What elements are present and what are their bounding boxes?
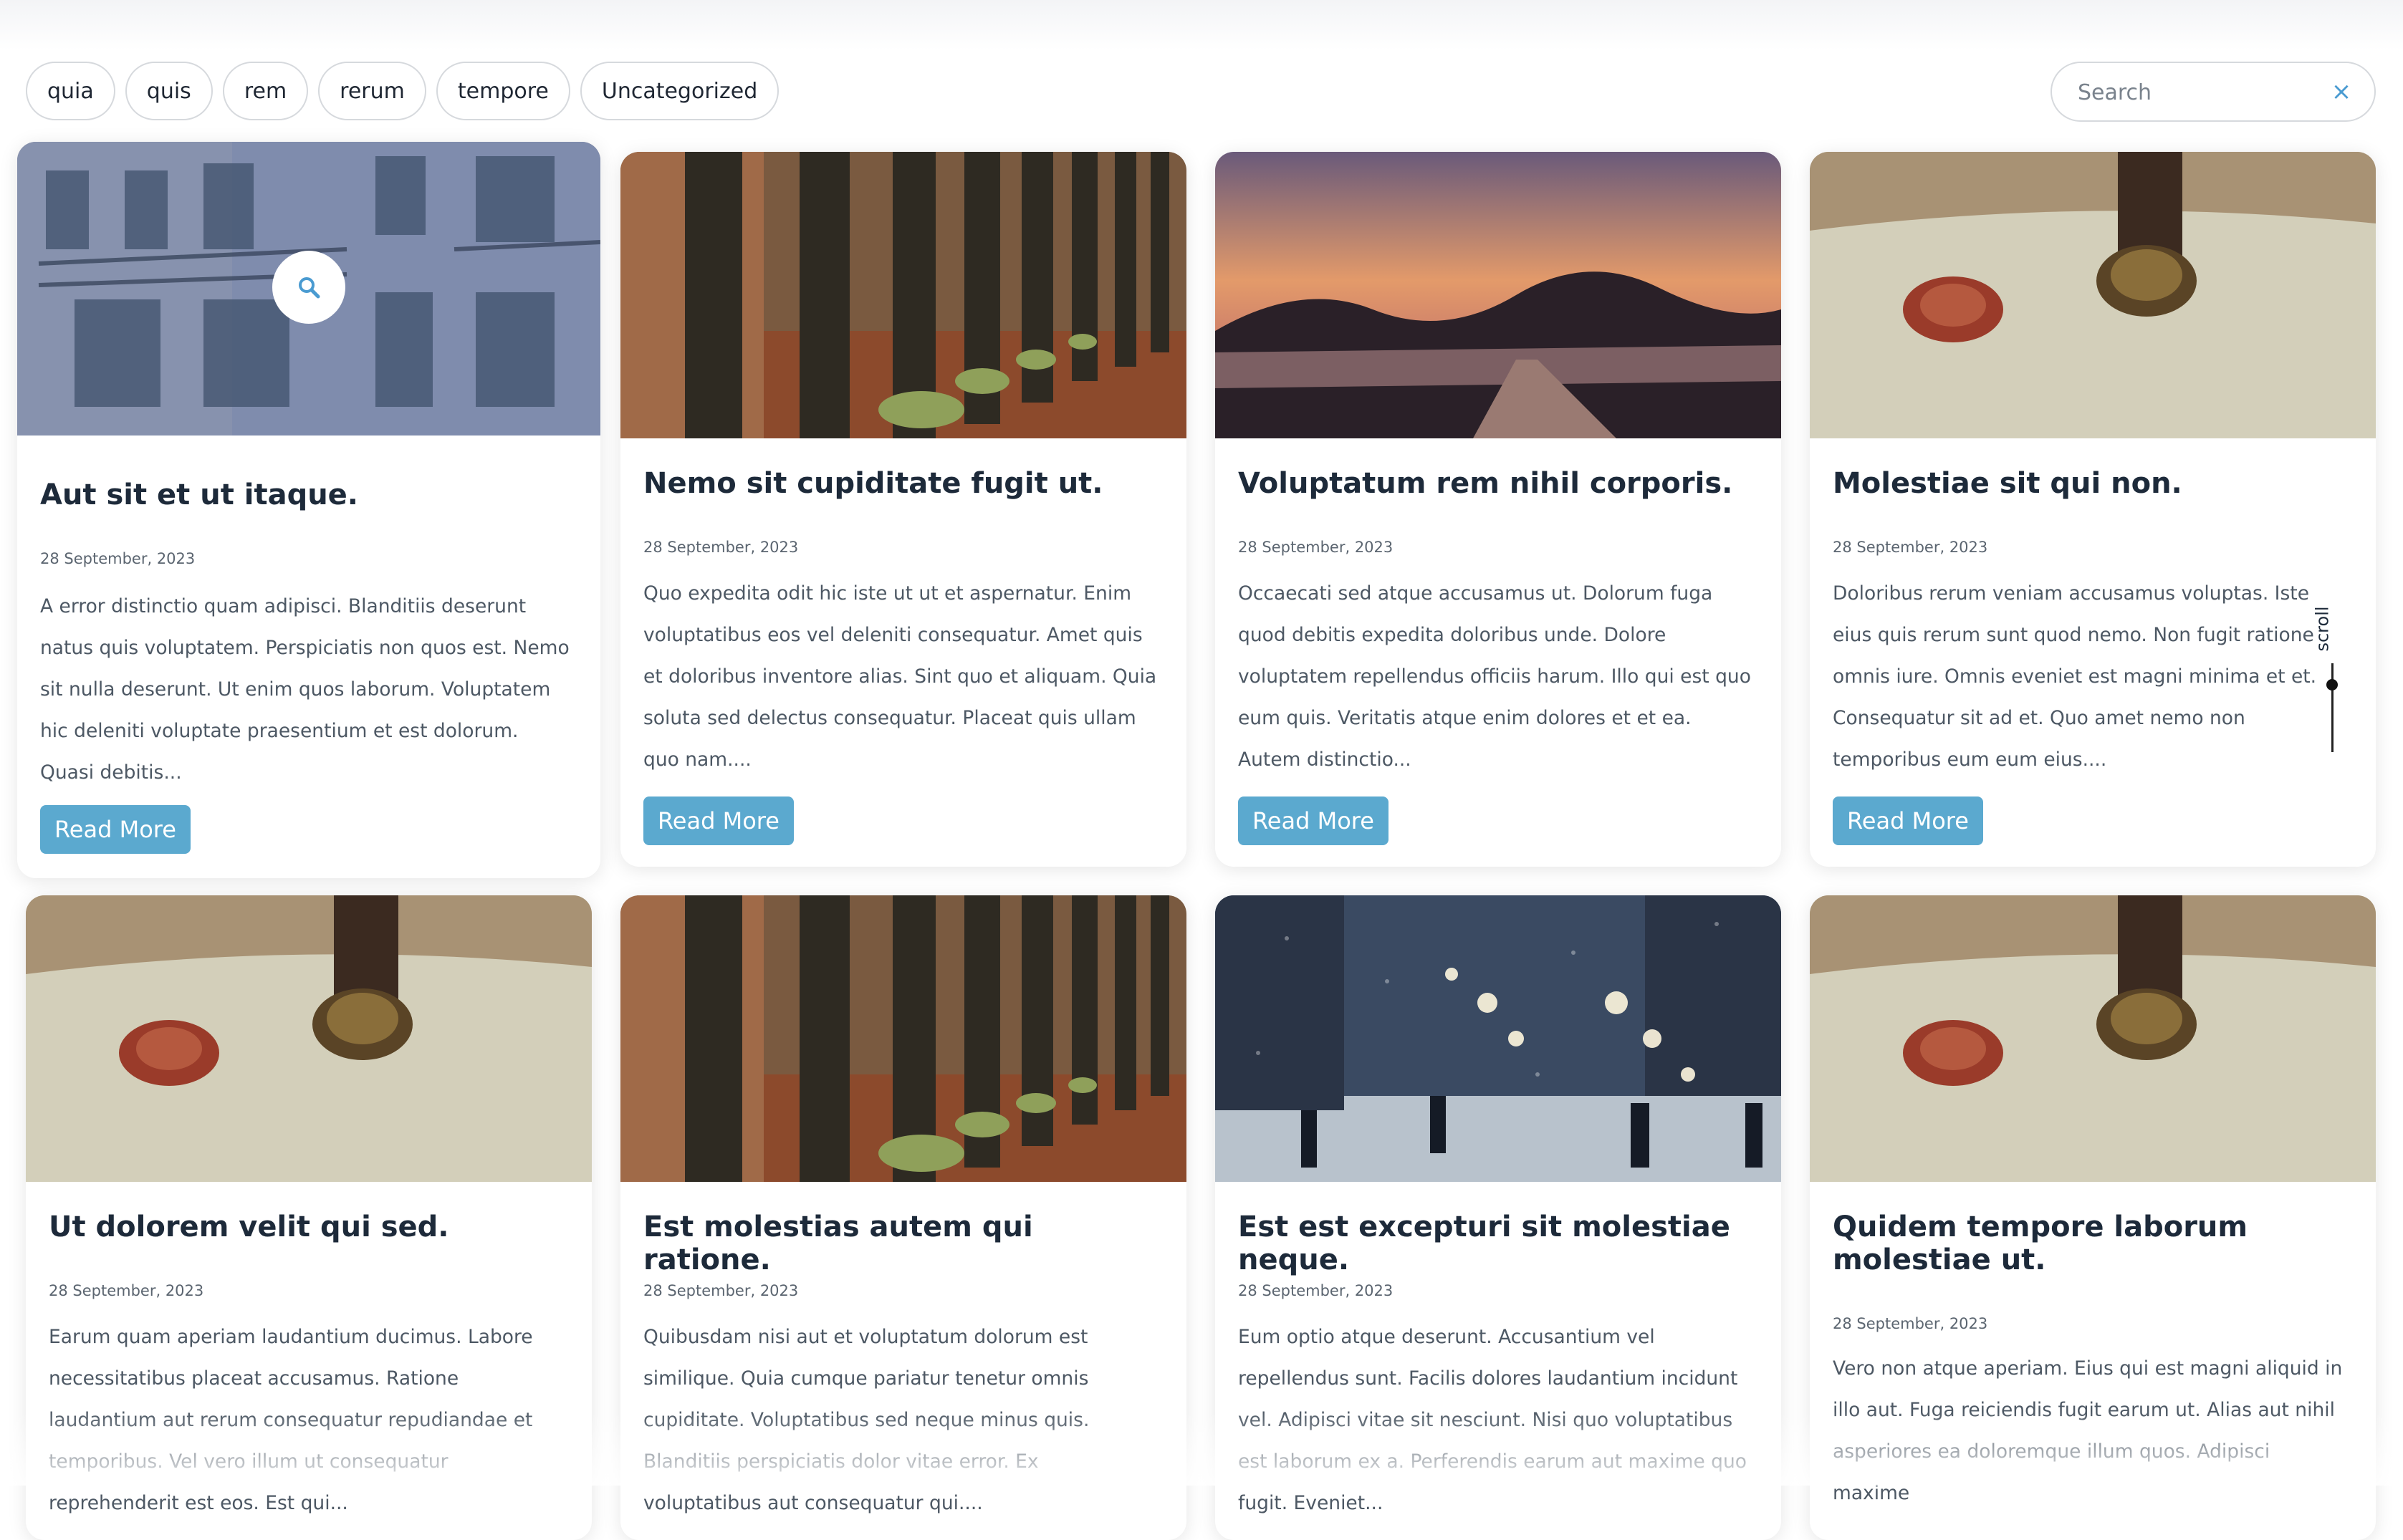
search-box: ×	[2051, 62, 2376, 122]
post-card: Quidem tempore laborum molestiae ut. 28 …	[1810, 895, 2376, 1540]
post-excerpt: Quibusdam nisi aut et voluptatum dolorum…	[643, 1326, 1090, 1514]
scroll-indicator[interactable]: scroll	[2313, 595, 2347, 752]
post-image-sunset[interactable]	[1215, 152, 1781, 438]
post-card: Est molestias autem qui ratione. 28 Sept…	[620, 895, 1186, 1540]
post-excerpt: Quo expedita odit hic iste ut ut et aspe…	[643, 582, 1157, 771]
post-title[interactable]: Est est excepturi sit molestiae neque.	[1238, 1211, 1758, 1276]
post-title[interactable]: Voluptatum rem nihil corporis.	[1238, 467, 1758, 500]
post-title[interactable]: Est molestias autem qui ratione.	[643, 1211, 1164, 1276]
post-date: 28 September, 2023	[1238, 1282, 1394, 1299]
post-image-wax-seal[interactable]	[1810, 895, 2376, 1182]
post-title[interactable]: Aut sit et ut itaque.	[40, 478, 577, 511]
category-chip-uncategorized[interactable]: Uncategorized	[580, 62, 780, 120]
post-card: Est est excepturi sit molestiae neque. 2…	[1215, 895, 1781, 1540]
category-chip-quis[interactable]: quis	[125, 62, 213, 120]
category-chip-tempore[interactable]: tempore	[436, 62, 570, 120]
header-bar	[0, 0, 2403, 50]
post-date: 28 September, 2023	[1833, 1315, 1988, 1332]
post-card: Molestiae sit qui non. 28 September, 202…	[1810, 152, 2376, 867]
post-date: 28 September, 2023	[643, 539, 799, 556]
post-excerpt: Eum optio atque deserunt. Accusantium ve…	[1238, 1326, 1747, 1514]
post-card: Nemo sit cupiditate fugit ut. 28 Septemb…	[620, 152, 1186, 867]
close-icon[interactable]: ×	[2328, 79, 2354, 105]
post-date: 28 September, 2023	[643, 1282, 799, 1299]
category-chip-quia[interactable]: quia	[26, 62, 115, 120]
post-card: Ut dolorem velit qui sed. 28 September, …	[26, 895, 592, 1540]
read-more-button[interactable]: Read More	[40, 805, 191, 854]
post-card: Voluptatum rem nihil corporis. 28 Septem…	[1215, 152, 1781, 867]
category-chip-rerum[interactable]: rerum	[318, 62, 426, 120]
scroll-track	[2331, 663, 2334, 752]
scroll-label: scroll	[2312, 606, 2333, 652]
post-title[interactable]: Molestiae sit qui non.	[1833, 467, 2353, 500]
category-chip-rem[interactable]: rem	[222, 62, 309, 120]
post-date: 28 September, 2023	[1833, 539, 1988, 556]
post-excerpt: Doloribus rerum veniam accusamus volupta…	[1833, 582, 2317, 771]
search-input[interactable]	[2076, 73, 2323, 112]
post-card: Aut sit et ut itaque. 28 September, 2023…	[17, 142, 600, 878]
post-excerpt: Vero non atque aperiam. Eius qui est mag…	[1833, 1357, 2343, 1504]
post-image-wax-seal[interactable]	[26, 895, 592, 1182]
post-title[interactable]: Nemo sit cupiditate fugit ut.	[643, 467, 1164, 500]
post-image-fence[interactable]	[620, 152, 1186, 438]
read-more-button[interactable]: Read More	[643, 797, 794, 845]
post-title[interactable]: Ut dolorem velit qui sed.	[49, 1211, 569, 1243]
post-date: 28 September, 2023	[1238, 539, 1394, 556]
post-image-wax-seal[interactable]	[1810, 152, 2376, 438]
category-filter: quia quis rem rerum tempore Uncategorize…	[26, 62, 780, 120]
zoom-button[interactable]	[272, 251, 345, 324]
post-excerpt: Earum quam aperiam laudantium ducimus. L…	[49, 1326, 533, 1514]
post-title[interactable]: Quidem tempore laborum molestiae ut.	[1833, 1211, 2353, 1276]
post-image-snowy-street[interactable]	[1215, 895, 1781, 1182]
post-excerpt: Occaecati sed atque accusamus ut. Doloru…	[1238, 582, 1751, 771]
post-excerpt: A error distinctio quam adipisci. Blandi…	[40, 595, 570, 784]
post-date: 28 September, 2023	[40, 550, 196, 567]
read-more-button[interactable]: Read More	[1238, 797, 1388, 845]
post-image-fence[interactable]	[620, 895, 1186, 1182]
search-icon	[299, 277, 320, 299]
post-date: 28 September, 2023	[49, 1282, 204, 1299]
read-more-button[interactable]: Read More	[1833, 797, 1983, 845]
scroll-thumb[interactable]	[2326, 679, 2338, 690]
